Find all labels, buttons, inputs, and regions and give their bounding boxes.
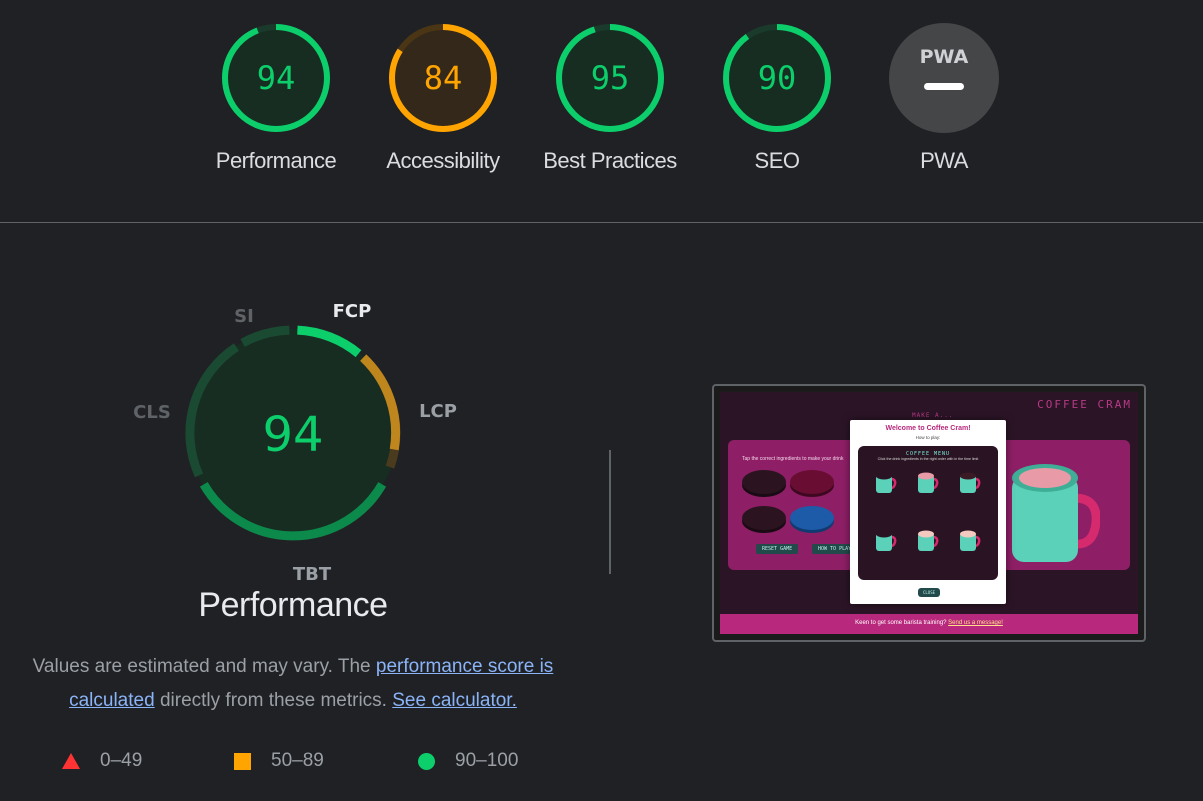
legend-average-range: 50–89 — [271, 750, 324, 771]
accessibility-score: 84 — [424, 59, 463, 97]
performance-score-ring: 94 — [222, 24, 330, 132]
menu-instruction: Click the drink ingredients in the right… — [877, 457, 979, 461]
seo-gauge[interactable]: 90 SEO — [692, 22, 862, 174]
performance-description: Values are estimated and may vary. The p… — [20, 650, 566, 718]
make-a-text: MAKE A... — [912, 412, 954, 419]
performance-label: Performance — [215, 148, 337, 173]
vertical-divider — [609, 450, 611, 574]
accessibility-score-ring: 84 — [389, 24, 497, 132]
si-label: SI — [234, 306, 254, 327]
mug-icon — [918, 472, 939, 493]
mug-icon — [960, 472, 981, 493]
triangle-icon — [62, 753, 80, 769]
tbt-label: TBT — [293, 564, 332, 585]
performance-title: Performance — [198, 586, 388, 624]
see-calculator-link[interactable]: See calculator. — [392, 690, 517, 711]
mug-icon — [918, 530, 939, 551]
page-screenshot: COFFEE CRAM MAKE A... Tap the correct in… — [720, 392, 1138, 634]
ingredient-icon — [742, 470, 786, 494]
pwa-badge: PWA — [889, 23, 999, 133]
accessibility-gauge[interactable]: 84 Accessibility — [358, 22, 528, 174]
lcp-label: LCP — [419, 401, 457, 422]
pwa-label: PWA — [920, 148, 968, 173]
modal-subtitle: How to play: — [915, 435, 941, 440]
coffee-menu: COFFEE MENU Click the drink ingredients … — [858, 446, 998, 580]
seo-score: 90 — [758, 59, 797, 97]
footer-link: Send us a message! — [948, 620, 1003, 626]
close-button: CLOSE — [918, 588, 940, 597]
description-text: Values are estimated and may vary. The — [32, 656, 376, 677]
ingredient-icon — [742, 506, 786, 530]
legend-average: 50–89 — [234, 750, 324, 772]
mug-icon — [960, 530, 981, 551]
footer-message: Keen to get some barista training? — [855, 620, 949, 626]
fcp-label: FCP — [333, 301, 372, 322]
modal-title: Welcome to Coffee Cram! — [885, 425, 971, 432]
best-practices-score: 95 — [591, 59, 630, 97]
category-scores: 94 Performance 84 Accessibility 95 Best … — [0, 0, 1203, 222]
ingredient-icon — [790, 506, 834, 530]
final-screenshot[interactable]: COFFEE CRAM MAKE A... Tap the correct in… — [712, 384, 1146, 642]
mug-icon — [1012, 464, 1100, 562]
best-practices-label: Best Practices — [543, 148, 677, 173]
performance-gauge[interactable]: 94 Performance — [191, 22, 361, 174]
square-icon — [234, 752, 251, 770]
ingredient-icon — [790, 470, 834, 494]
site-title: COFFEE CRAM — [1037, 398, 1132, 411]
legend-fail: 0–49 — [62, 750, 142, 772]
score-legend: 0–49 50–89 90–100 — [0, 750, 600, 778]
welcome-modal: Welcome to Coffee Cram! How to play: COF… — [850, 420, 1006, 604]
pwa-gauge[interactable]: PWA PWA — [859, 22, 1029, 174]
performance-big-score: 94 — [262, 407, 323, 463]
cls-label: CLS — [133, 402, 171, 423]
pwa-dash-icon — [924, 83, 964, 90]
description-text: directly from these metrics. — [154, 690, 393, 711]
mug-icon — [876, 530, 897, 551]
performance-metrics-gauge: 94 SI FCP LCP TBT CLS — [133, 301, 457, 585]
section-divider — [0, 222, 1203, 223]
pwa-badge-text: PWA — [920, 46, 969, 68]
accessibility-label: Accessibility — [386, 148, 500, 173]
legend-pass-range: 90–100 — [455, 750, 519, 771]
performance-score: 94 — [257, 59, 296, 97]
seo-label: SEO — [754, 148, 800, 173]
site-footer: Keen to get some barista training? Send … — [720, 614, 1138, 634]
mug-icon — [876, 472, 897, 493]
best-practices-gauge[interactable]: 95 Best Practices — [525, 22, 695, 174]
best-practices-score-ring: 95 — [556, 24, 664, 132]
legend-fail-range: 0–49 — [100, 750, 143, 771]
legend-pass: 90–100 — [418, 750, 518, 772]
game-instruction: Tap the correct ingredients to make your… — [742, 456, 844, 462]
reset-game-button: RESET GAME — [756, 544, 799, 554]
circle-icon — [418, 752, 435, 770]
footer-text: Keen to get some barista training? Send … — [720, 620, 1138, 626]
seo-score-ring: 90 — [723, 24, 831, 132]
